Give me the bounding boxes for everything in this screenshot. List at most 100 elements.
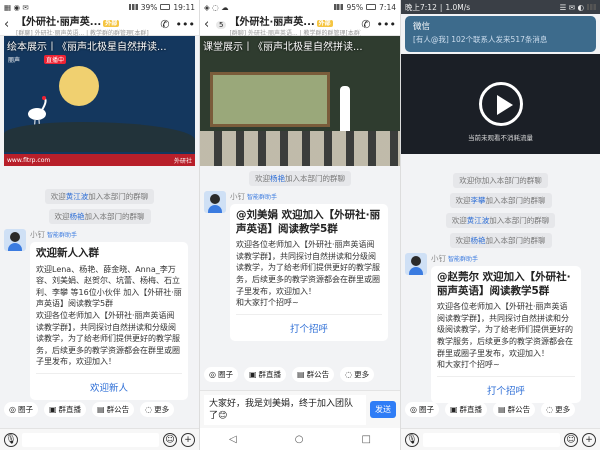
chat-header: ‹ 5 【外研社·丽声英... 外部 [群聊] 外研社·丽声英语... | 教学群… <box>200 13 400 37</box>
compose-bar: 大家好，我是刘美娟，终于加入团队了😊 发送 <box>200 390 400 428</box>
say-hello-button[interactable]: 打个招呼 <box>236 313 382 341</box>
message-row: 小钉 智能群助手 @赵莞尔 欢迎加入【外研社·丽声英语】阅读教学5群 欢迎各位老师… <box>401 253 600 403</box>
announcement-icon: ▤ <box>297 370 305 379</box>
nav-recents-icon[interactable]: □ <box>362 434 371 445</box>
live-video[interactable]: 课堂展示丨《丽声北极星自然拼读... <box>200 36 400 166</box>
system-nav-bar: ◁ ○ □ <box>200 428 400 450</box>
circle-button[interactable]: ◎ 圈子 <box>4 402 38 417</box>
system-message: 欢迎杨艳加入本部门的群聊 <box>0 209 199 224</box>
announcement-button[interactable]: ▤ 群公告 <box>92 402 135 417</box>
screen-right: 晚上7:12 | 1.0M/s ☰ ✉ ◐ 微信 [有人@我] 102个联系人发… <box>401 0 600 450</box>
announcement-button[interactable]: ▤ 群公告 <box>493 402 536 417</box>
system-message: 欢迎你加入本部门的群聊 <box>401 173 600 188</box>
bot-avatar[interactable] <box>204 191 226 213</box>
announcement-button[interactable]: ▤ 群公告 <box>292 367 335 382</box>
video-title: 课堂展示丨《丽声北极星自然拼读... <box>203 42 363 53</box>
card-body: 欢迎Lena、杨艳、薛金晓、Anna_李万容、刘美娟、赵贺尔、坑蕾、杨梅、石立利… <box>36 264 182 367</box>
notification-icons: ◈ ◌ ☁ <box>204 2 229 12</box>
message-input[interactable] <box>22 432 159 447</box>
nav-back-icon[interactable]: ◁ <box>229 434 237 445</box>
card-title: 欢迎新人入群 <box>36 247 99 259</box>
live-video[interactable]: 绘本展示丨《丽声北极星自然拼读... 丽声 直播中 www.fltrp.com … <box>4 36 195 166</box>
voice-icon[interactable]: 🎙 <box>4 432 18 447</box>
card-body: 欢迎各位老师加入【外研社·丽声英语阅读教学群】，共同探讨自然拼读和分级阅读教学，… <box>437 302 573 370</box>
circle-icon: ◎ <box>410 405 417 414</box>
battery-icon <box>160 4 171 10</box>
bot-tag: 智能群助手 <box>448 256 479 263</box>
group-live-button[interactable]: ▣ 群直播 <box>43 402 87 417</box>
play-icon[interactable] <box>478 82 523 126</box>
bot-tag: 智能群助手 <box>47 232 78 239</box>
message-input[interactable]: 大家好，我是刘美娟，终于加入团队了😊 <box>204 394 366 425</box>
announcement-icon: ▤ <box>498 405 506 414</box>
video-title: 绘本展示丨《丽声北极星自然拼读... <box>7 42 167 53</box>
message-input[interactable] <box>423 432 560 447</box>
back-arrow-icon[interactable]: ‹ <box>204 17 216 32</box>
signal-icon <box>128 4 138 10</box>
more-button[interactable]: ◌ 更多 <box>140 402 175 417</box>
external-tag: 外部 <box>103 19 120 27</box>
more-icon[interactable]: ••• <box>176 18 195 31</box>
more-icon[interactable]: ••• <box>377 18 396 31</box>
emoji-icon[interactable]: ☺ <box>564 432 578 447</box>
bot-avatar[interactable] <box>4 229 26 251</box>
input-bar: 🎙 ☺ + <box>401 428 600 450</box>
external-tag: 外部 <box>316 19 333 27</box>
chat-toolbar: ◎ 圈子 ▣ 群直播 ▤ 群公告 ◌ 更多 <box>200 367 400 382</box>
more-dots-icon: ◌ <box>145 405 153 414</box>
plus-icon[interactable]: + <box>582 432 596 447</box>
emoji-icon[interactable]: ☺ <box>163 432 177 447</box>
voice-icon[interactable]: 🎙 <box>405 432 419 447</box>
circle-icon: ◎ <box>209 370 216 379</box>
chat-title[interactable]: 【外研社·丽声英... 外部 <box>16 13 160 28</box>
announcement-icon: ▤ <box>97 405 105 414</box>
chat-toolbar: ◎ 圈子 ▣ 群直播 ▤ 群公告 ◌ 更多 <box>0 402 199 417</box>
more-dots-icon: ◌ <box>546 405 554 414</box>
send-button[interactable]: 发送 <box>370 401 396 418</box>
more-button[interactable]: ◌ 更多 <box>340 367 375 382</box>
screen-middle: ◈ ◌ ☁ 95% 7:14 ‹ 5 【外研社·丽声英... 外部 [群聊] 外研… <box>200 0 400 450</box>
notification-title: 微信 <box>413 22 431 32</box>
chat-title[interactable]: 【外研社·丽声英... 外部 <box>229 13 361 28</box>
welcome-card: 欢迎新人入群 欢迎Lena、杨艳、薛金晓、Anna_李万容、刘美娟、赵贺尔、坑蕾… <box>30 242 188 400</box>
message-row: 小钉 智能群助手 欢迎新人入群 欢迎Lena、杨艳、薛金晓、Anna_李万容、刘美… <box>0 229 199 400</box>
group-live-button[interactable]: ▣ 群直播 <box>444 402 488 417</box>
unread-count: 5 <box>216 20 227 29</box>
screen-left: ▦ ◉ ✉ 39% 19:11 ‹ 【外研社·丽声英... 外部 [群聊] 外研社… <box>0 0 199 450</box>
back-arrow-icon[interactable]: ‹ <box>4 17 16 32</box>
nav-home-icon[interactable]: ○ <box>295 434 304 445</box>
students-figure <box>200 131 400 166</box>
sender-name: 小钉 <box>30 230 45 239</box>
phone-icon[interactable]: ✆ <box>361 18 370 31</box>
plus-icon[interactable]: + <box>181 432 195 447</box>
live-icon: ▣ <box>449 405 458 414</box>
group-live-button[interactable]: ▣ 群直播 <box>243 367 287 382</box>
live-icon: ▣ <box>248 370 257 379</box>
clock: 7:14 <box>379 2 396 12</box>
classroom-board <box>210 72 330 127</box>
chat-header: ‹ 【外研社·丽声英... 外部 [群聊] 外研社·丽声英语... | 教学群的群… <box>0 13 199 37</box>
say-hello-button[interactable]: 打个招呼 <box>437 375 575 403</box>
phone-icon[interactable]: ✆ <box>160 18 169 31</box>
video-caption: 当前未观看不消耗流量 <box>468 134 533 142</box>
system-message: 欢迎杨艳加入本部门的群聊 <box>401 233 600 248</box>
sender-name: 小钉 <box>431 254 446 263</box>
battery-icon <box>366 4 377 10</box>
more-button[interactable]: ◌ 更多 <box>541 402 576 417</box>
battery-level: 95% <box>346 2 364 12</box>
card-title: @刘美娟 欢迎加入【外研社·丽声英语】阅读教学5群 <box>236 209 381 235</box>
welcome-card: @赵莞尔 欢迎加入【外研社·丽声英语】阅读教学5群 欢迎各位老师加入【外研社·丽… <box>431 266 581 403</box>
wechat-notification[interactable]: 微信 [有人@我] 102个联系人发来517条消息 <box>405 16 596 52</box>
bot-avatar[interactable] <box>405 253 427 275</box>
signal-icon <box>587 4 596 10</box>
message-row: 小钉 智能群助手 @刘美娟 欢迎加入【外研社·丽声英语】阅读教学5群 欢迎各位老师… <box>200 191 400 341</box>
circle-button[interactable]: ◎ 圈子 <box>204 367 238 382</box>
welcome-newcomers-button[interactable]: 欢迎新人 <box>36 372 182 400</box>
host-name: 丽声 <box>8 57 21 64</box>
status-bar: 晚上7:12 | 1.0M/s ☰ ✉ ◐ <box>401 0 600 14</box>
live-video[interactable]: 当前未观看不消耗流量 <box>401 54 600 154</box>
welcome-card: @刘美娟 欢迎加入【外研社·丽声英语】阅读教学5群 欢迎各位老师加入【外研社·丽… <box>230 204 388 341</box>
circle-button[interactable]: ◎ 圈子 <box>405 402 439 417</box>
hill-illustration <box>4 122 195 152</box>
live-icon: ▣ <box>48 405 57 414</box>
